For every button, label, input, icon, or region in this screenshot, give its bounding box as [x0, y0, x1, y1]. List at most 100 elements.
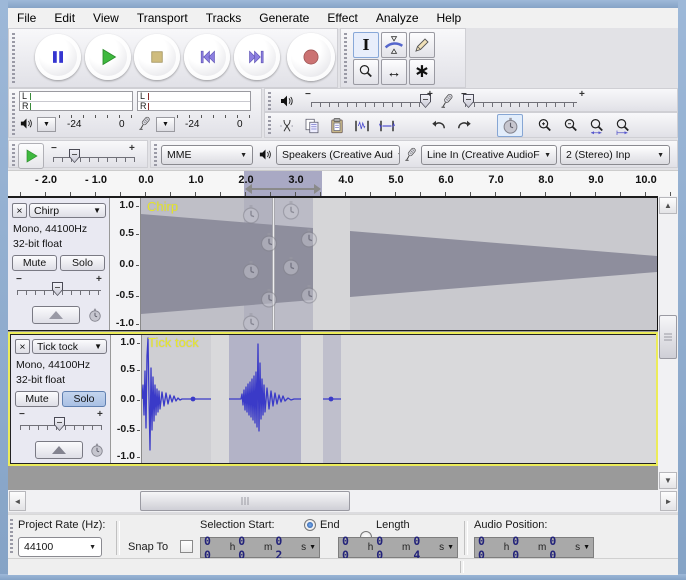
track-title-menu[interactable]: Tick tock ▼: [32, 339, 107, 354]
audio-host-select[interactable]: MME▼: [161, 145, 253, 165]
menu-edit[interactable]: Edit: [45, 9, 84, 28]
redo-button[interactable]: [452, 114, 475, 137]
scroll-right-button[interactable]: ►: [660, 491, 677, 511]
recording-channels-select[interactable]: 2 (Stereo) Inp▼: [560, 145, 670, 165]
track-control-panel[interactable]: × Chirp ▼ Mono, 44100Hz 32-bit float Mut…: [8, 198, 110, 330]
track-title-menu[interactable]: Chirp ▼: [29, 203, 106, 218]
selection-end-field[interactable]: 0 0h 0 0m 0 4s ▼: [338, 537, 458, 558]
draw-tool-button[interactable]: [409, 32, 435, 58]
multi-tool-button[interactable]: ∗: [409, 59, 435, 85]
toolbar-grip[interactable]: [12, 144, 15, 166]
horizontal-scroll-thumb[interactable]: [140, 491, 350, 511]
menu-view[interactable]: View: [84, 9, 128, 28]
menu-tracks[interactable]: Tracks: [197, 9, 251, 28]
track-control-panel[interactable]: × Tick tock ▼ Mono, 44100Hz 32-bit float…: [11, 335, 111, 463]
pause-button[interactable]: [35, 34, 81, 80]
collapse-track-button[interactable]: [35, 441, 83, 459]
undo-button[interactable]: [427, 114, 450, 137]
cut-button[interactable]: [275, 114, 298, 137]
silence-audio-button[interactable]: [375, 114, 398, 137]
unit-m: m: [538, 542, 546, 553]
play-button[interactable]: [85, 34, 131, 80]
zoom-out-button[interactable]: [559, 114, 582, 137]
selection-start-field[interactable]: 0 0h 0 0m 0 2s ▼: [200, 537, 320, 558]
vertical-ruler[interactable]: 1.0 0.5 0.0 -0.5 -1.0: [111, 335, 142, 463]
vruler-label: 0.0: [105, 393, 135, 405]
play-at-speed-button[interactable]: [18, 143, 44, 169]
envelope-tool-button[interactable]: [381, 32, 407, 58]
mute-button[interactable]: Mute: [12, 255, 57, 271]
sync-lock-button[interactable]: [497, 114, 523, 137]
vruler-label: 1.0: [104, 199, 134, 211]
timeshift-tool-button[interactable]: ↔: [381, 59, 407, 85]
close-track-button[interactable]: ×: [12, 203, 27, 218]
waveform-view[interactable]: Chirp: [141, 198, 658, 330]
toolbar-grip[interactable]: [12, 33, 15, 85]
chevron-down-icon[interactable]: ▼: [583, 544, 590, 551]
recording-meter[interactable]: L R: [137, 91, 251, 111]
collapse-track-button[interactable]: [32, 306, 80, 324]
close-track-button[interactable]: ×: [15, 339, 30, 354]
recording-device-select[interactable]: Line In (Creative AudioF▼: [421, 145, 557, 165]
zoom-tool-button[interactable]: [353, 59, 379, 85]
toolbar-grip[interactable]: [12, 93, 15, 135]
timeline-tick-label: - 2.0: [28, 174, 64, 186]
end-radio[interactable]: [304, 519, 316, 531]
toolbar-grip[interactable]: [10, 519, 13, 555]
mute-button[interactable]: Mute: [15, 391, 59, 407]
selection-tool-button[interactable]: I: [353, 32, 379, 58]
playback-meter-dropdown[interactable]: ▼: [37, 117, 56, 132]
solo-button[interactable]: Solo: [60, 255, 105, 271]
output-volume-slider[interactable]: [311, 102, 427, 107]
menu-help[interactable]: Help: [428, 9, 471, 28]
audio-position-field[interactable]: 0 0h 0 0m 0 0s ▼: [474, 537, 594, 558]
chevron-down-icon[interactable]: ▼: [309, 544, 316, 551]
playback-meter[interactable]: L R: [19, 91, 133, 111]
playback-speed-slider[interactable]: [53, 157, 135, 162]
timeline-ruler[interactable]: - 2.0 - 1.0 0.0 1.0 2.0 3.0 4.0 5.0 6.0 …: [8, 170, 678, 197]
snap-to-checkbox[interactable]: [180, 540, 193, 553]
trim-audio-button[interactable]: [350, 114, 373, 137]
record-button[interactable]: [287, 33, 335, 81]
menu-effect[interactable]: Effect: [318, 9, 366, 28]
project-rate-select[interactable]: 44100 ▼: [18, 537, 102, 557]
paste-button[interactable]: [325, 114, 348, 137]
copy-button[interactable]: [300, 114, 323, 137]
play-icon: [23, 148, 39, 164]
skip-to-start-button[interactable]: [184, 34, 230, 80]
length-radio-label[interactable]: Length: [376, 519, 410, 531]
chevron-down-icon[interactable]: ▼: [447, 544, 454, 551]
scroll-left-button[interactable]: ◄: [9, 491, 26, 511]
toolbar-grip[interactable]: [268, 116, 271, 136]
input-volume-slider[interactable]: [465, 102, 577, 107]
menu-generate[interactable]: Generate: [250, 9, 318, 28]
fit-selection-button[interactable]: [585, 114, 608, 137]
end-radio-label[interactable]: End: [320, 519, 340, 531]
record-icon: [301, 47, 321, 67]
zoom-in-button[interactable]: [533, 114, 556, 137]
horizontal-scrollbar[interactable]: ◄ ►: [8, 490, 678, 512]
scroll-up-button[interactable]: ▲: [659, 197, 677, 214]
menu-transport[interactable]: Transport: [128, 9, 197, 28]
fit-project-button[interactable]: [611, 114, 634, 137]
toolbar-grip[interactable]: [344, 33, 347, 85]
timeline-tick-label: 2.0: [228, 174, 264, 186]
toolbar-grip[interactable]: [154, 144, 157, 166]
skip-to-end-button[interactable]: [234, 34, 280, 80]
vertical-ruler[interactable]: 1.0 0.5 0.0 -0.5 -1.0: [110, 198, 141, 330]
recording-meter-dropdown[interactable]: ▼: [156, 117, 175, 132]
vruler-label: -0.5: [105, 423, 135, 435]
solo-button[interactable]: Solo: [62, 391, 106, 407]
clip-split-line[interactable]: [272, 198, 275, 330]
waveform-view[interactable]: Tick tock: [142, 335, 656, 463]
toolbar-grip[interactable]: [268, 92, 271, 110]
scroll-down-button[interactable]: ▼: [659, 472, 677, 489]
menu-bar: File Edit View Transport Tracks Generate…: [8, 8, 678, 29]
speaker-icon: [279, 93, 295, 109]
menu-file[interactable]: File: [8, 9, 45, 28]
stop-button[interactable]: [134, 34, 180, 80]
playback-device-select[interactable]: Speakers (Creative Aud▼: [276, 145, 400, 165]
menu-analyze[interactable]: Analyze: [367, 9, 428, 28]
vertical-scrollbar[interactable]: ▲ ▼: [658, 196, 678, 490]
vertical-scroll-thumb[interactable]: [659, 315, 677, 359]
